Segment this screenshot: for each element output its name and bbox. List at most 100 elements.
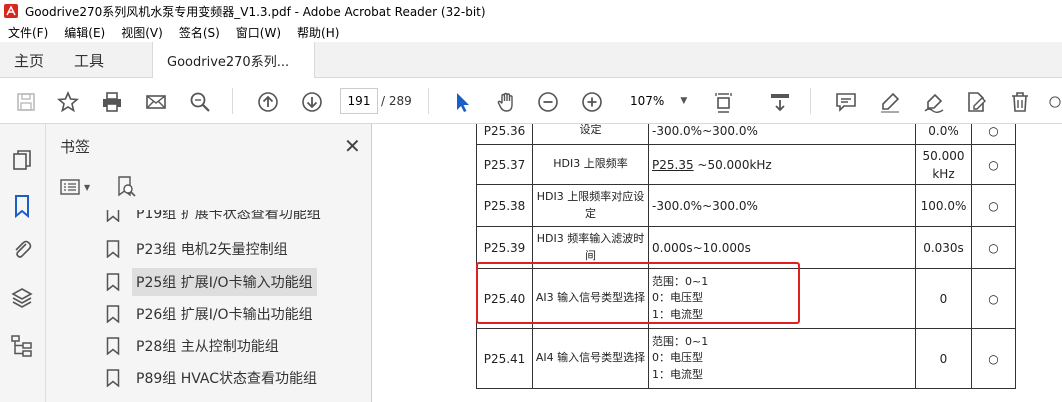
menu-help[interactable]: 帮助(H) bbox=[289, 24, 347, 41]
menu-edit[interactable]: 编辑(E) bbox=[56, 24, 113, 41]
zoom-in-icon[interactable] bbox=[580, 90, 604, 114]
zoom-out-icon[interactable] bbox=[536, 90, 560, 114]
search-zoom-icon[interactable] bbox=[188, 90, 212, 114]
tab-home[interactable]: 主页 bbox=[14, 42, 44, 78]
param-range: 范围：0~1 0：电压型 1：电流型 bbox=[648, 328, 916, 389]
toolbar-separator bbox=[428, 88, 429, 114]
parameter-table: P25.36 设定 -300.0%~300.0% 0.0% ○ P25.37 H… bbox=[476, 124, 1016, 389]
param-modify-mark: ○ bbox=[971, 144, 1016, 185]
bookmark-icon bbox=[106, 273, 120, 291]
email-icon[interactable] bbox=[144, 90, 168, 114]
close-icon[interactable]: ✕ bbox=[344, 134, 361, 158]
save-icon[interactable] bbox=[14, 90, 38, 114]
previous-page-icon[interactable] bbox=[256, 90, 280, 114]
attachments-icon[interactable] bbox=[10, 238, 34, 262]
bookmark-item-selected[interactable]: P25组 扩展I/O卡输入功能组 bbox=[106, 267, 358, 297]
bookmarks-panel-title: 书签 bbox=[60, 138, 91, 156]
param-range-line: 0：电压型 bbox=[652, 351, 703, 365]
param-range: P25.35 ~50.000kHz bbox=[648, 144, 916, 185]
page-fit-icon[interactable] bbox=[712, 90, 736, 114]
menu-sign[interactable]: 签名(S) bbox=[171, 24, 228, 41]
toolbar-separator bbox=[810, 88, 811, 114]
print-icon[interactable] bbox=[100, 90, 124, 114]
bookmarks-panel-icon[interactable] bbox=[10, 194, 34, 219]
delete-icon[interactable] bbox=[1008, 90, 1032, 114]
param-default: 0 bbox=[915, 268, 972, 329]
page-total: / 289 bbox=[381, 94, 412, 108]
acrobat-app-icon bbox=[4, 4, 18, 18]
param-code: P25.41 bbox=[476, 328, 533, 389]
bookmark-icon bbox=[106, 240, 120, 258]
bookmark-label: P19组 扩展卡状态查看功能组 bbox=[136, 210, 321, 222]
comment-icon[interactable] bbox=[834, 90, 858, 114]
layers-icon[interactable] bbox=[10, 286, 34, 310]
menu-file[interactable]: 文件(F) bbox=[0, 24, 56, 41]
param-range: -300.0%~300.0% bbox=[648, 184, 916, 227]
param-code: P25.36 bbox=[476, 124, 533, 145]
menu-view[interactable]: 视图(V) bbox=[113, 24, 171, 41]
param-default: 0.030s bbox=[915, 226, 972, 269]
zoom-level-dropdown[interactable]: 107% ▼ bbox=[622, 88, 694, 114]
bookmark-icon bbox=[106, 337, 120, 355]
param-name: HDI3 上限频率对应设定 bbox=[532, 184, 649, 227]
page-thumbnails-icon[interactable] bbox=[10, 148, 34, 172]
param-modify-mark: ○ bbox=[971, 328, 1016, 389]
highlight-pen-icon[interactable] bbox=[878, 90, 902, 114]
chevron-down-icon: ▼ bbox=[84, 182, 91, 192]
page-number-input[interactable]: 191 bbox=[340, 88, 378, 114]
zoom-level-value: 107% bbox=[630, 94, 665, 108]
find-bookmark-icon[interactable] bbox=[116, 176, 136, 198]
bookmark-label: P89组 HVAC状态查看功能组 bbox=[136, 371, 318, 387]
bookmark-star-icon[interactable] bbox=[56, 90, 80, 114]
bookmark-icon bbox=[106, 210, 120, 222]
bookmark-item[interactable]: P89组 HVAC状态查看功能组 bbox=[106, 363, 358, 393]
bookmark-item[interactable]: P28组 主从控制功能组 bbox=[106, 331, 358, 361]
fill-sign-icon[interactable] bbox=[964, 90, 988, 114]
param-name: 设定 bbox=[532, 124, 649, 145]
window-title: Goodrive270系列风机水泵专用变频器_V1.3.pdf - Adobe … bbox=[25, 4, 486, 19]
param-default: 0 bbox=[915, 328, 972, 389]
tab-document[interactable]: Goodrive270系列... bbox=[152, 42, 315, 79]
bookmark-label: P28组 主从控制功能组 bbox=[136, 339, 279, 355]
list-options-icon bbox=[60, 179, 80, 195]
select-cursor-icon[interactable] bbox=[450, 90, 474, 114]
bookmark-icon bbox=[106, 369, 120, 387]
hand-tool-icon[interactable] bbox=[494, 90, 518, 114]
table-row: P25.36 设定 -300.0%~300.0% 0.0% ○ bbox=[476, 124, 1016, 145]
tab-bar: 主页 工具 Goodrive270系列... bbox=[0, 42, 1062, 79]
chevron-down-icon: ▼ bbox=[680, 96, 688, 106]
bookmark-item[interactable]: P19组 扩展卡状态查看功能组 bbox=[106, 210, 358, 228]
bookmarks-toolbar: ▼ bbox=[60, 176, 136, 198]
toolbar-separator bbox=[232, 88, 233, 114]
bookmark-label: P25组 扩展I/O卡输入功能组 bbox=[132, 268, 317, 296]
param-modify-mark: ○ bbox=[971, 226, 1016, 269]
param-name: AI4 输入信号类型选择 bbox=[532, 328, 649, 389]
param-modify-mark: ○ bbox=[971, 124, 1016, 145]
scroll-mode-icon[interactable] bbox=[768, 90, 792, 114]
tab-tools[interactable]: 工具 bbox=[74, 42, 104, 78]
param-range-line: 1：电流型 bbox=[652, 367, 703, 381]
bookmark-label: P23组 电机2矢量控制组 bbox=[136, 242, 288, 258]
sign-pen-icon[interactable] bbox=[922, 90, 946, 114]
bookmark-icon bbox=[106, 305, 120, 323]
bookmark-options-menu[interactable]: ▼ bbox=[60, 179, 90, 195]
structure-tree-icon[interactable] bbox=[10, 334, 34, 358]
param-modify-mark: ○ bbox=[971, 184, 1016, 227]
table-row: P25.38 HDI3 上限频率对应设定 -300.0%~300.0% 100.… bbox=[476, 184, 1016, 227]
table-row: P25.37 HDI3 上限频率 P25.35 ~50.000kHz 50.00… bbox=[476, 144, 1016, 185]
menu-window[interactable]: 窗口(W) bbox=[228, 24, 289, 41]
param-range-line: 范围：0~1 bbox=[652, 334, 709, 348]
next-page-icon[interactable] bbox=[300, 90, 324, 114]
bookmark-item[interactable]: P23组 电机2矢量控制组 bbox=[106, 234, 358, 264]
param-name: HDI3 上限频率 bbox=[532, 144, 649, 185]
table-row: P25.41 AI4 输入信号类型选择 范围：0~1 0：电压型 1：电流型 0… bbox=[476, 328, 1016, 389]
param-default: 50.000 kHz bbox=[915, 144, 972, 185]
param-range-link[interactable]: P25.35 bbox=[652, 158, 694, 172]
param-modify-mark: ○ bbox=[971, 268, 1016, 329]
menu-bar: 文件(F) 编辑(E) 视图(V) 签名(S) 窗口(W) 帮助(H) bbox=[0, 22, 1062, 42]
title-bar: Goodrive270系列风机水泵专用变频器_V1.3.pdf - Adobe … bbox=[0, 0, 1062, 22]
bookmark-item[interactable]: P26组 扩展I/O卡输出功能组 bbox=[106, 299, 358, 329]
rotate-icon[interactable] bbox=[1048, 90, 1062, 114]
param-code: P25.37 bbox=[476, 144, 533, 185]
param-code: P25.38 bbox=[476, 184, 533, 227]
